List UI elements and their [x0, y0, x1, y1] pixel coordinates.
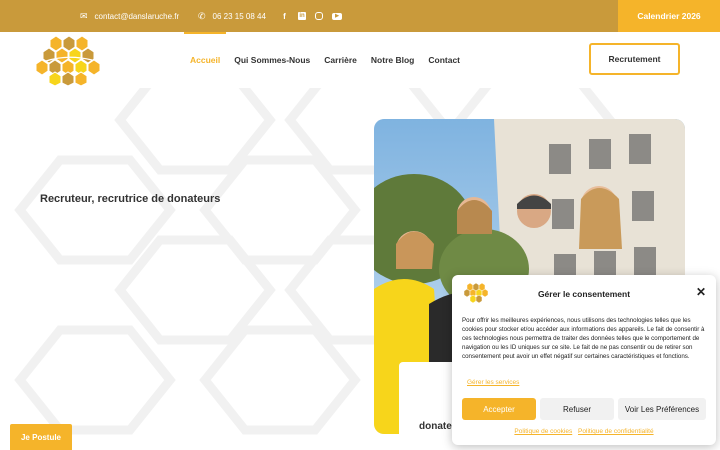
calendar-button[interactable]: Calendrier 2026 — [618, 0, 720, 32]
je-postule-button[interactable]: Je Postule — [10, 424, 72, 450]
email-text: contact@danslaruche.fr — [94, 11, 180, 21]
envelope-icon: ✉ — [80, 10, 88, 21]
manage-services-link[interactable]: Gérer les services — [467, 379, 519, 386]
site-header: Accueil Qui Sommes-Nous Carrière Notre B… — [0, 32, 720, 88]
linkedin-icon[interactable]: in — [298, 12, 306, 20]
consent-policy-links: Politique de cookies Politique de confid… — [452, 428, 716, 435]
cookie-policy-link[interactable]: Politique de cookies — [514, 428, 572, 435]
email-link[interactable]: ✉ contact@danslaruche.fr — [80, 0, 179, 32]
top-bar: ✉ contact@danslaruche.fr ✆ 06 23 15 08 4… — [0, 0, 720, 32]
phone-icon: ✆ — [198, 10, 206, 21]
instagram-icon[interactable] — [315, 12, 323, 20]
site-logo[interactable] — [32, 34, 104, 86]
nav-notre-blog[interactable]: Notre Blog — [371, 32, 414, 88]
hero-title: Recruteur, recrutrice de donateurs — [40, 193, 221, 205]
phone-link[interactable]: ✆ 06 23 15 08 44 — [198, 0, 266, 32]
recrutement-button[interactable]: Recrutement — [589, 43, 680, 75]
refuse-button[interactable]: Refuser — [540, 398, 614, 420]
youtube-icon[interactable]: ▶ — [332, 12, 342, 20]
nav-contact[interactable]: Contact — [428, 32, 460, 88]
hero-card-text: donate — [419, 421, 452, 432]
nav-carriere[interactable]: Carrière — [324, 32, 357, 88]
close-icon[interactable]: ✕ — [696, 286, 706, 298]
nav-qui-sommes-nous[interactable]: Qui Sommes-Nous — [234, 32, 310, 88]
facebook-icon[interactable]: f — [280, 12, 289, 21]
privacy-policy-link[interactable]: Politique de confidentialité — [578, 428, 654, 435]
preferences-button[interactable]: Voir Les Préférences — [618, 398, 706, 420]
nav-accueil[interactable]: Accueil — [183, 32, 227, 88]
consent-text: Pour offrir les meilleures expériences, … — [462, 317, 705, 361]
consent-title: Gérer le consentement — [537, 289, 631, 299]
cookie-consent-dialog: Gérer le consentement ✕ Pour offrir les … — [452, 275, 716, 445]
main-nav: Accueil Qui Sommes-Nous Carrière Notre B… — [183, 32, 474, 88]
accept-button[interactable]: Accepter — [462, 398, 536, 420]
social-links: f in ▶ — [280, 0, 342, 32]
phone-text: 06 23 15 08 44 — [212, 11, 266, 21]
